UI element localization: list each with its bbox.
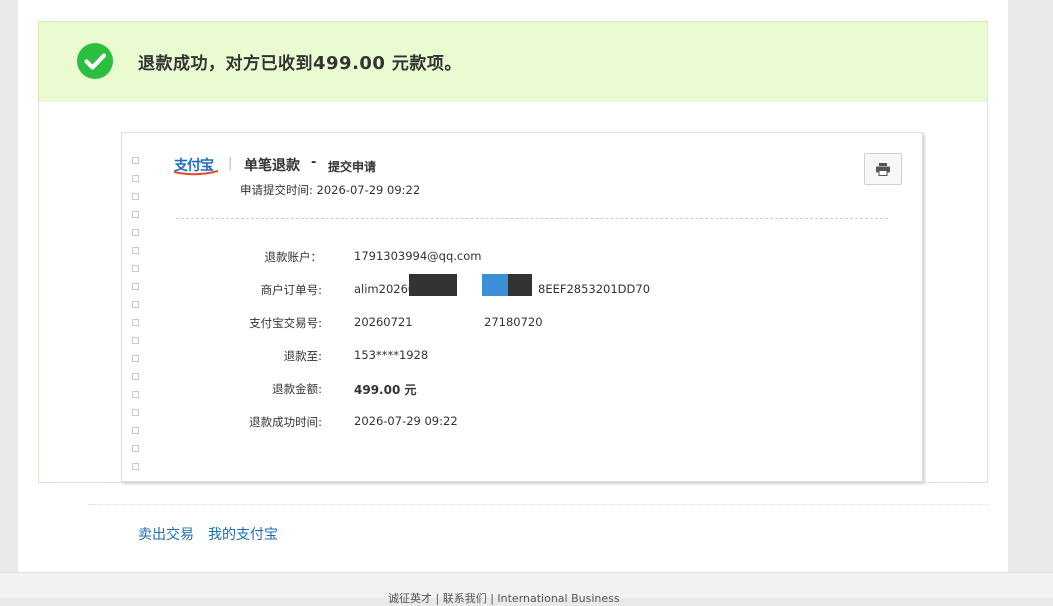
detail-row-amount: 退款金额: 499.00 元 (272, 382, 417, 397)
apply-time: 申请提交时间: 2026-07-29 09:22 (240, 183, 421, 197)
receipt-divider (176, 218, 888, 219)
detail-row-trade-no: 支付宝交易号: 20260721 27180720 (249, 315, 543, 330)
detail-row-order-no: 商户订单号: alim20260 8EEF2853201DD70 (122, 274, 922, 315)
site-footer: 诚征英才 | 联系我们 | International Business (0, 572, 1053, 605)
title-dash: - (311, 155, 317, 170)
check-circle-icon (77, 43, 113, 79)
refund-details: 退款账户： 1791303994@qq.com 商户订单号: alim20260… (122, 249, 922, 447)
divider (88, 504, 988, 505)
refund-receipt: 支付宝 | 单笔退款 - 提交申请 申请提交时间: 2026-07-29 09:… (121, 132, 923, 482)
success-message: 退款成功，对方已收到499.00 元款项。 (138, 53, 462, 74)
sold-trades-link[interactable]: 卖出交易 (138, 524, 194, 544)
my-alipay-link[interactable]: 我的支付宝 (208, 524, 278, 544)
redaction-block (409, 274, 457, 296)
redaction-block (508, 274, 532, 296)
success-banner: 退款成功，对方已收到499.00 元款项。 (38, 21, 988, 104)
alipay-logo-swoosh-icon (174, 170, 218, 176)
receipt-subtitle: 提交申请 (328, 160, 377, 174)
detail-row-refund-to: 退款至: 153****1928 (283, 348, 429, 363)
refund-amount: 499.00 (313, 53, 386, 74)
print-button[interactable] (864, 153, 902, 185)
redaction-block (482, 274, 508, 296)
detail-row-success-time: 退款成功时间: 2026-07-29 09:22 (249, 414, 458, 429)
footer-links[interactable]: 诚征英才 | 联系我们 | International Business (388, 590, 620, 606)
title-separator: | (228, 156, 233, 171)
receipt-title: 单笔退款 (244, 158, 300, 174)
printer-icon (876, 162, 890, 176)
